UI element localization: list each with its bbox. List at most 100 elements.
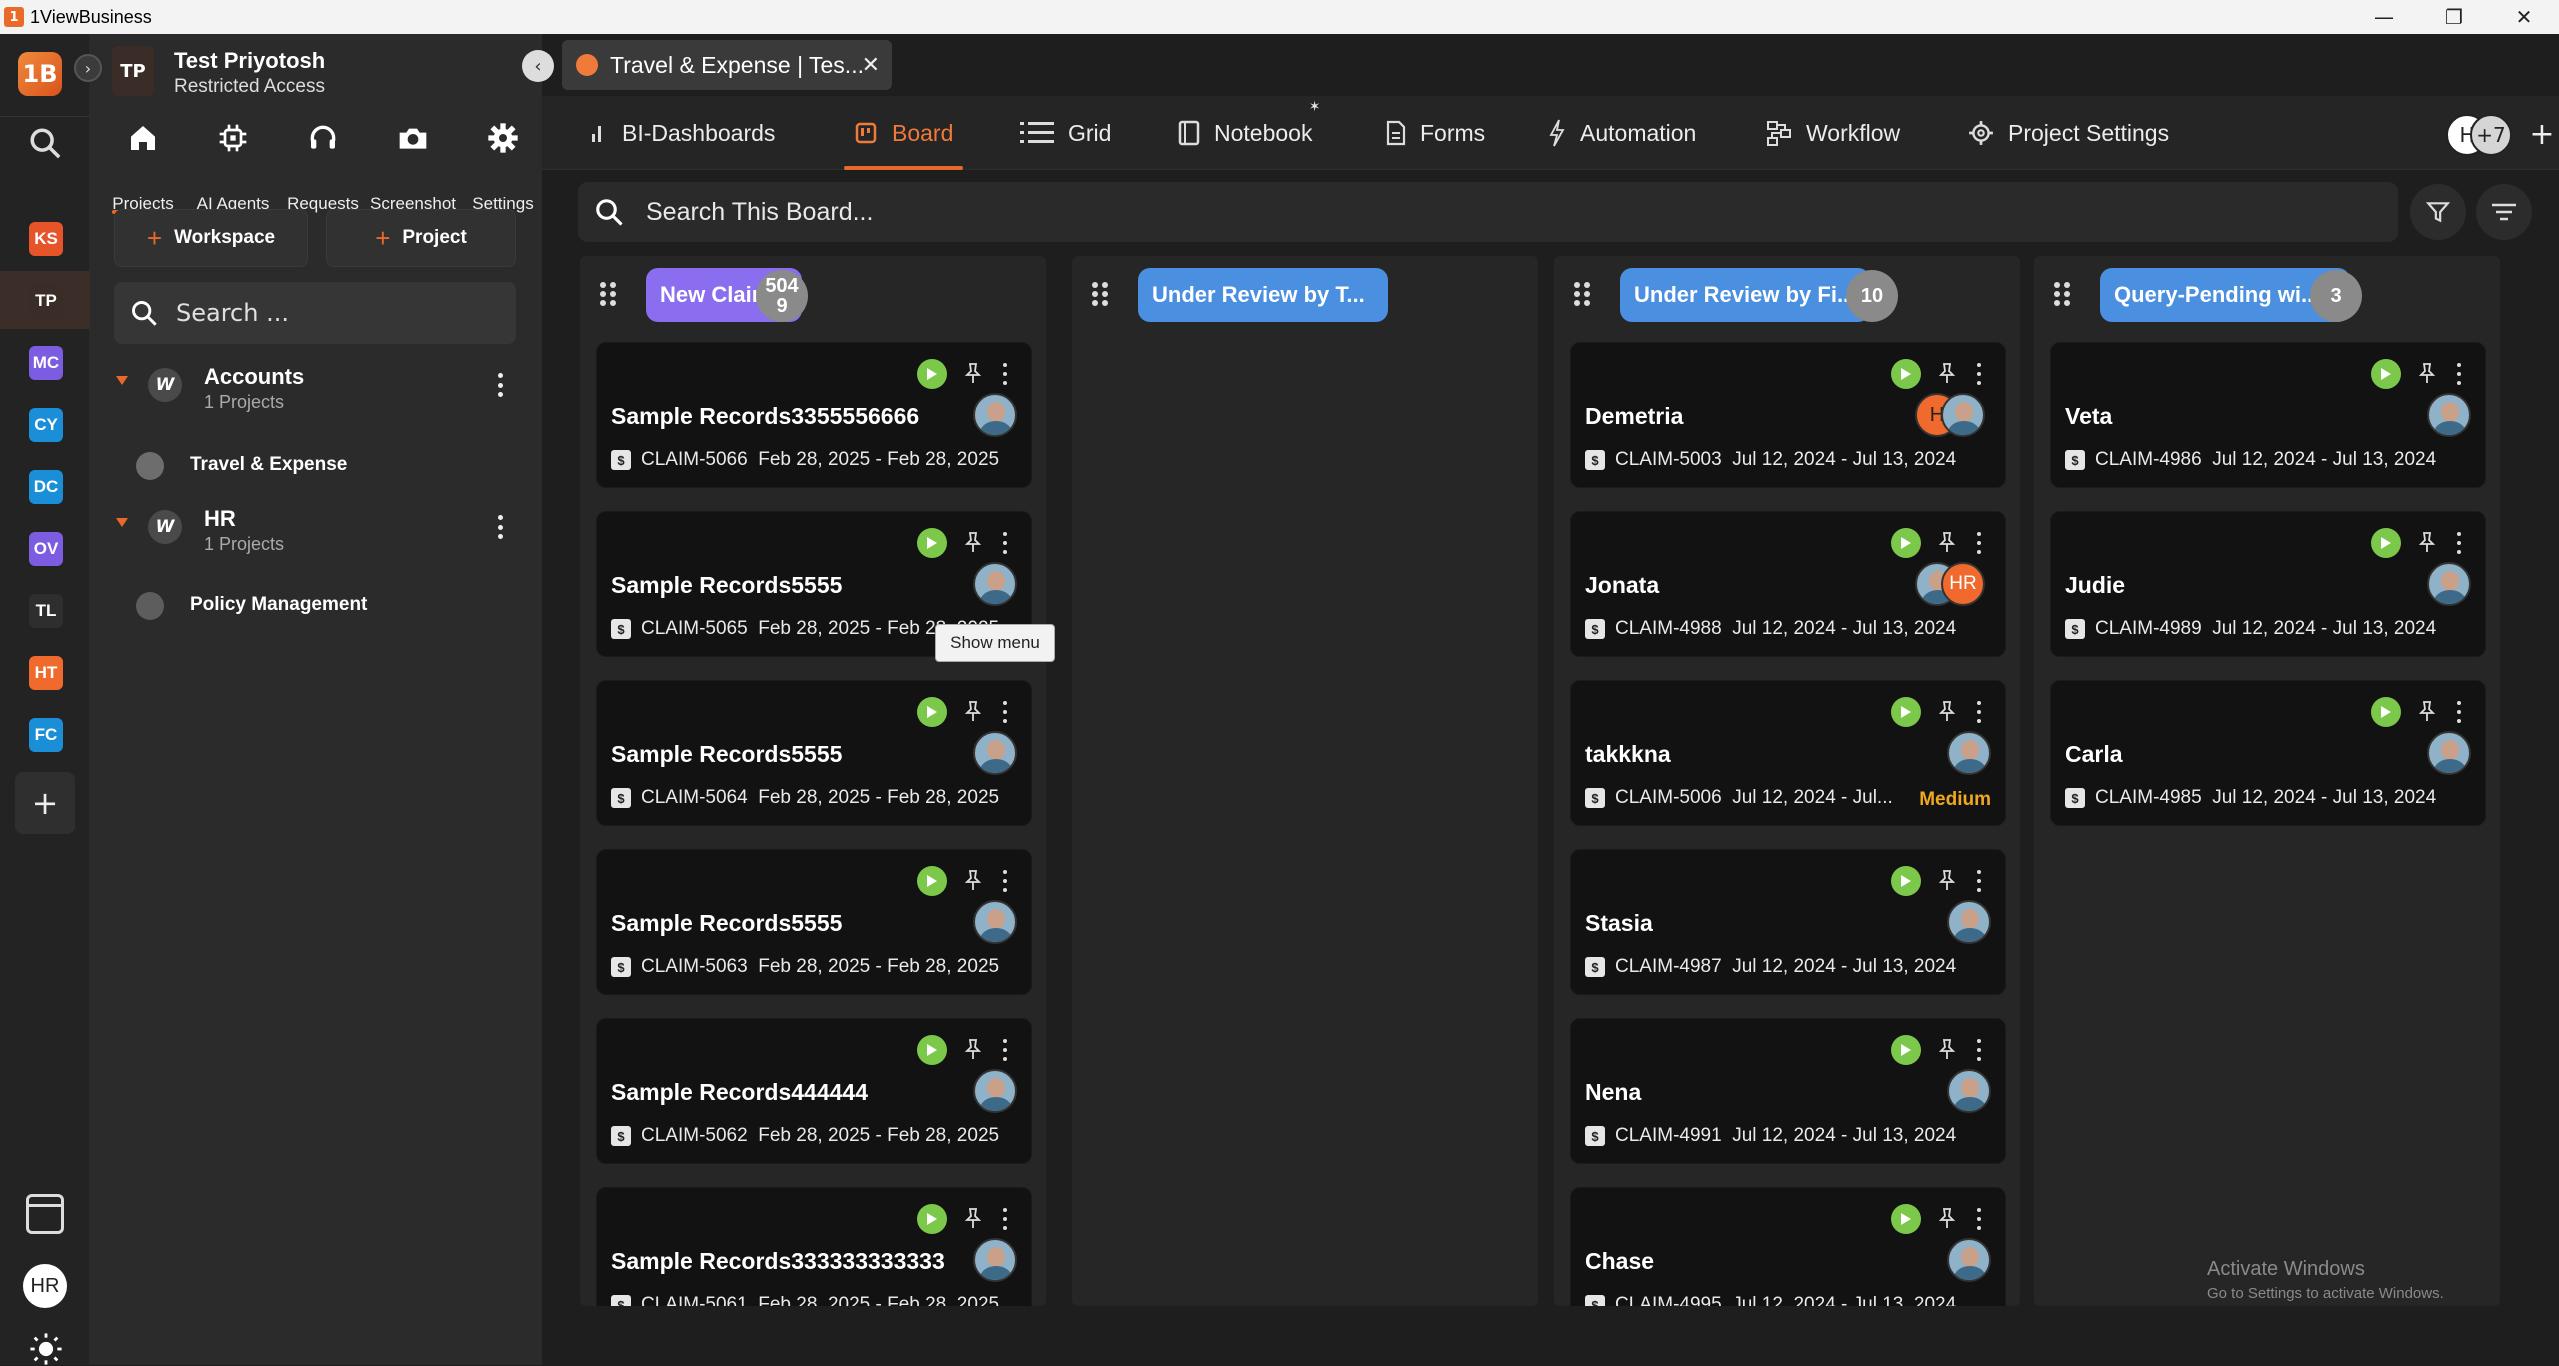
play-icon[interactable] [1891, 866, 1921, 896]
assignee-avatar[interactable] [973, 1069, 1017, 1113]
collapse-arrow-icon[interactable] [116, 518, 128, 527]
tab-grid[interactable]: Grid [1020, 96, 1111, 170]
project-item-policy-management[interactable]: Policy Management [90, 582, 542, 628]
tab-automation[interactable]: Automation [1548, 96, 1696, 170]
claim-card[interactable]: takkkna $ CLAIM-5006 Jul 12, 2024 - Jul...… [1570, 680, 2006, 826]
assignee-avatar[interactable] [1947, 1238, 1991, 1282]
assignee-avatar[interactable] [1947, 900, 1991, 944]
card-menu-icon[interactable] [1975, 701, 1983, 723]
card-menu-icon[interactable] [1001, 701, 1009, 723]
maximize-button[interactable]: ❐ [2419, 0, 2489, 34]
drag-handle-icon[interactable] [1574, 282, 1590, 306]
close-window-button[interactable]: ✕ [2489, 0, 2559, 34]
play-icon[interactable] [2371, 528, 2401, 558]
nav-ai-agents[interactable]: AI Agents [188, 114, 278, 214]
pin-icon[interactable] [961, 1037, 985, 1061]
close-tab-icon[interactable]: ✕ [862, 52, 880, 78]
drag-handle-icon[interactable] [2054, 282, 2070, 306]
workspace-button[interactable]: FC [29, 718, 63, 752]
play-icon[interactable] [1891, 1204, 1921, 1234]
claim-card[interactable]: Judie $ CLAIM-4989 Jul 12, 2024 - Jul 13, … [2050, 511, 2486, 657]
tab-forms[interactable]: Forms [1386, 96, 1485, 170]
workspace-row-accounts[interactable]: W Accounts 1 Projects [90, 354, 542, 424]
nav-screenshot[interactable]: Screenshot [368, 114, 458, 214]
assignee-avatar[interactable] [973, 393, 1017, 437]
claim-card[interactable]: Sample Records333333333333 $ CLAIM-5061 Fe… [596, 1187, 1032, 1306]
column-title[interactable]: Under Review by Fi... [1620, 268, 1870, 322]
tab-project-settings[interactable]: Project Settings [1968, 96, 2169, 170]
pin-icon[interactable] [961, 868, 985, 892]
workspace-menu-icon[interactable] [488, 370, 512, 400]
project-item-travel-expense[interactable]: Travel & Expense [90, 442, 542, 488]
claim-card[interactable]: Sample Records5555 $ CLAIM-5063 Feb 28, 20… [596, 849, 1032, 995]
claim-card[interactable]: Chase $ CLAIM-4995 Jul 12, 2024 - Jul 13, … [1570, 1187, 2006, 1306]
workspace-button[interactable]: OV [29, 532, 63, 566]
document-tab[interactable]: Travel & Expense | Tes... ✕ [562, 40, 892, 90]
workspace-button[interactable]: MC [29, 346, 63, 380]
assignee-avatar[interactable] [2427, 562, 2471, 606]
play-icon[interactable] [917, 1035, 947, 1065]
pin-icon[interactable] [961, 530, 985, 554]
assignee-avatar[interactable] [1941, 393, 1985, 437]
card-menu-icon[interactable] [1975, 1208, 1983, 1230]
nav-settings[interactable]: Settings [458, 114, 548, 214]
assignee-initials-avatar[interactable]: HR [1941, 562, 1985, 606]
card-menu-icon[interactable] [2455, 363, 2463, 385]
pin-icon[interactable] [1935, 530, 1959, 554]
claim-card[interactable]: Demetria H $ CLAIM-5003 Jul 12, 2024 - Jul … [1570, 342, 2006, 488]
pin-icon[interactable] [2415, 699, 2439, 723]
workspace-row-hr[interactable]: W HR 1 Projects [90, 496, 542, 566]
workspace-button[interactable]: TP [29, 284, 63, 318]
member-avatars[interactable]: H +7 [2446, 114, 2516, 156]
pin-icon[interactable] [961, 699, 985, 723]
add-project-button[interactable]: + Project [326, 209, 516, 267]
add-workspace-button[interactable]: + [15, 772, 75, 834]
card-menu-icon[interactable] [2455, 532, 2463, 554]
tab-workflow[interactable]: Workflow [1766, 96, 1900, 170]
collapse-arrow-icon[interactable] [116, 376, 128, 385]
workspace-menu-icon[interactable] [488, 512, 512, 542]
pin-icon[interactable] [1935, 361, 1959, 385]
claim-card[interactable]: Sample Records3355556666 $ CLAIM-5066 Feb … [596, 342, 1032, 488]
calendar-icon[interactable] [26, 1194, 64, 1234]
pin-icon[interactable] [1935, 699, 1959, 723]
play-icon[interactable] [1891, 1035, 1921, 1065]
card-menu-icon[interactable] [1001, 870, 1009, 892]
play-icon[interactable] [917, 697, 947, 727]
play-icon[interactable] [1891, 697, 1921, 727]
profile-avatar[interactable]: TP [112, 46, 154, 96]
pin-icon[interactable] [961, 1206, 985, 1230]
card-menu-icon[interactable] [1001, 1039, 1009, 1061]
workspace-button[interactable]: DC [29, 470, 63, 504]
play-icon[interactable] [917, 866, 947, 896]
add-workspace-panel-button[interactable]: + Workspace [114, 209, 308, 267]
play-icon[interactable] [1891, 359, 1921, 389]
nav-requests[interactable]: Requests [278, 114, 368, 214]
board-search-input[interactable]: Search This Board... [578, 182, 2398, 242]
claim-card[interactable]: Stasia $ CLAIM-4987 Jul 12, 2024 - Jul 13,… [1570, 849, 2006, 995]
assignee-avatar[interactable] [1947, 1069, 1991, 1113]
card-menu-icon[interactable] [1975, 532, 1983, 554]
assignee-avatar[interactable] [973, 562, 1017, 606]
expand-rail-button[interactable]: › [74, 54, 102, 82]
assignee-avatar[interactable] [1947, 731, 1991, 775]
drag-handle-icon[interactable] [1092, 282, 1108, 306]
pin-icon[interactable] [2415, 361, 2439, 385]
claim-card[interactable]: Veta $ CLAIM-4986 Jul 12, 2024 - Jul 13, 2… [2050, 342, 2486, 488]
play-icon[interactable] [1891, 528, 1921, 558]
nav-projects[interactable]: Projects [98, 114, 188, 214]
claim-card[interactable]: Sample Records444444 $ CLAIM-5062 Feb 28, … [596, 1018, 1032, 1164]
column-title[interactable]: Under Review by T... [1138, 268, 1388, 322]
card-menu-icon[interactable] [1975, 870, 1983, 892]
claim-card[interactable]: Jonata HR $ CLAIM-4988 Jul 12, 2024 - Jul 1… [1570, 511, 2006, 657]
panel-search-input[interactable]: Search ... [114, 282, 516, 344]
pin-icon[interactable] [1935, 1206, 1959, 1230]
user-avatar[interactable]: HR [23, 1264, 67, 1308]
pin-icon[interactable] [1935, 1037, 1959, 1061]
assignee-avatar[interactable] [973, 731, 1017, 775]
claim-card[interactable]: Sample Records5555 $ CLAIM-5064 Feb 28, 20… [596, 680, 1032, 826]
sort-button[interactable] [2476, 184, 2532, 240]
play-icon[interactable] [917, 359, 947, 389]
workspace-button[interactable]: CY [29, 408, 63, 442]
card-menu-icon[interactable] [2455, 701, 2463, 723]
